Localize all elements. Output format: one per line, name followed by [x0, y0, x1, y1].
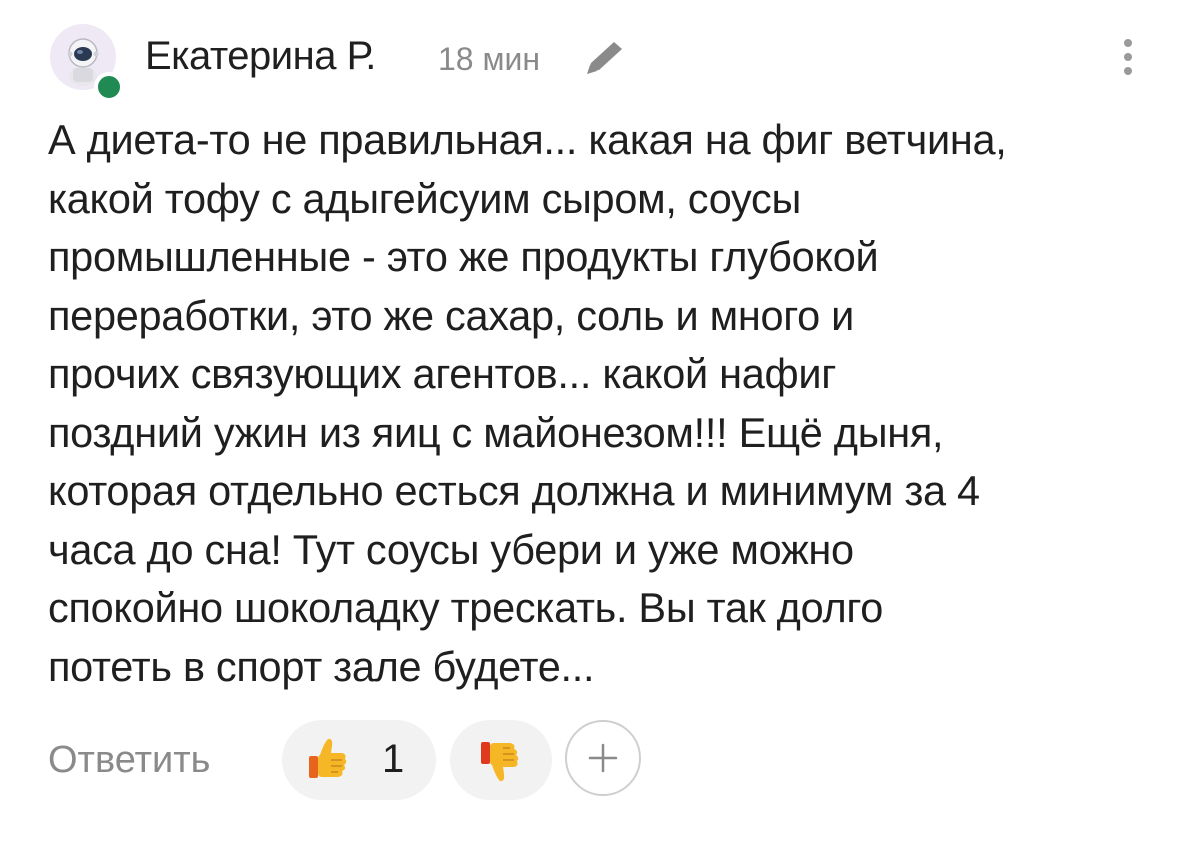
- plus-icon: [588, 743, 618, 773]
- online-status-indicator: [94, 72, 124, 102]
- comment-body-line: потеть в спорт зале будете...: [48, 642, 595, 690]
- thumbs-up-emoji-icon: [309, 738, 347, 778]
- comment-body-line: переработки, это же сахар, соль и много …: [48, 291, 855, 339]
- comment-time: 18 мин: [438, 41, 541, 77]
- dislike-button[interactable]: [450, 720, 552, 800]
- comment-card: Екатерина Р. 18 мин А диета-то не правил…: [0, 0, 1200, 848]
- comment-body-line: спокойно шоколадку трескать. Вы так долг…: [48, 584, 884, 631]
- add-reaction-button[interactable]: [565, 720, 641, 796]
- thumbs-down-emoji-icon: [481, 742, 519, 782]
- comment-header: Екатерина Р. 18 мин: [48, 22, 1158, 102]
- avatar[interactable]: [48, 22, 124, 102]
- comment-body-line: А диета-то не правильная... какая на фиг…: [48, 116, 1007, 163]
- comment-body-line: промышленные - это же продукты глубокой: [48, 233, 879, 280]
- comment-actions: Ответить 1: [48, 718, 748, 802]
- reply-button[interactable]: Ответить: [48, 739, 210, 782]
- comment-body-line: поздний ужин из яиц с майонезом!!! Ещё д…: [48, 408, 944, 456]
- comment-body-line: прочих связующих агентов... какой нафиг: [48, 350, 837, 397]
- more-vertical-icon: [1124, 39, 1132, 75]
- comment-body-line: которая отдельно есться должна и минимум…: [48, 467, 980, 514]
- like-button[interactable]: 1: [282, 720, 436, 800]
- comment-body-line: какой тофу с адыгейсуим сыром, соусы: [48, 174, 801, 222]
- like-count: 1: [382, 737, 405, 781]
- pencil-icon: [578, 36, 630, 82]
- author-name[interactable]: Екатерина Р.: [145, 34, 376, 79]
- more-options-button[interactable]: [1108, 34, 1148, 86]
- comment-body-line: часа до сна! Тут соусы убери и уже можно: [48, 525, 854, 573]
- comment-body: А диета-то не правильная... какая на фиг…: [48, 111, 1160, 696]
